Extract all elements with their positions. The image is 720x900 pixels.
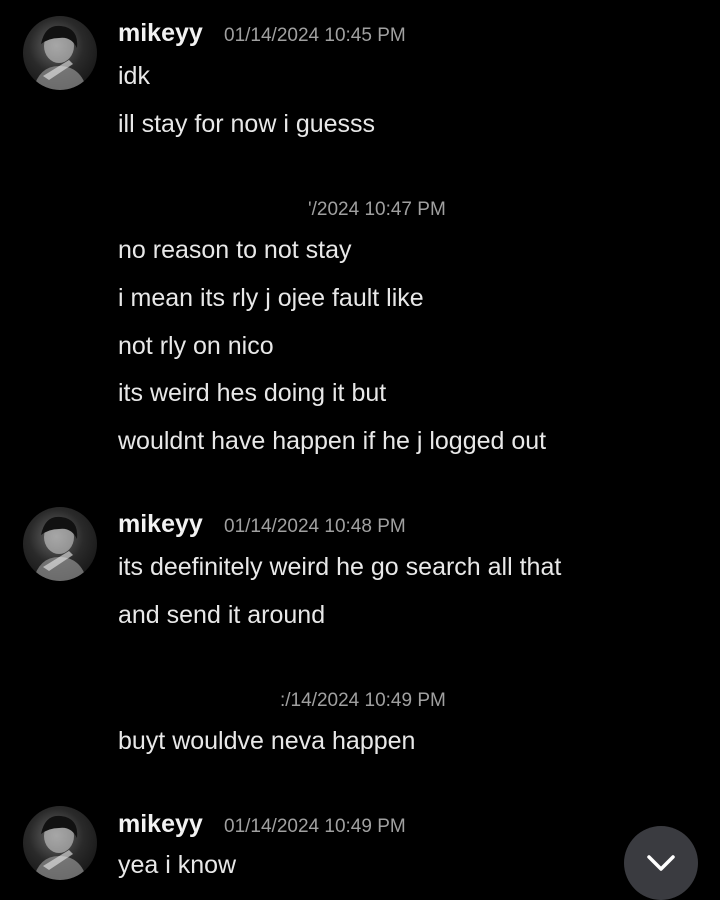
message-timestamp: 01/14/2024 10:45 PM (224, 25, 406, 46)
message-timestamp: 01/14/2024 10:48 PM (224, 516, 406, 537)
message-text[interactable]: no reason to not stay (118, 238, 351, 263)
message-timestamp: :/14/2024 10:49 PM (280, 690, 446, 711)
message-text[interactable]: wouldnt have happen if he j logged out (118, 429, 546, 454)
message-timestamp: 01/14/2024 10:49 PM (224, 816, 406, 837)
user-avatar[interactable] (23, 16, 97, 90)
message-text[interactable]: its weird hes doing it but (118, 381, 386, 406)
user-avatar[interactable] (23, 806, 97, 880)
avatar-image-icon (33, 815, 87, 880)
message-username[interactable]: mikeyy (118, 21, 203, 46)
chat-message-list[interactable]: mikeyy 01/14/2024 10:45 PM idk ill stay … (0, 0, 720, 900)
message-text[interactable]: not rly on nico (118, 334, 274, 359)
message-text[interactable]: ill stay for now i guesss (118, 112, 375, 137)
chevron-down-icon (647, 855, 675, 871)
message-text[interactable]: yea i know (118, 853, 236, 878)
message-text[interactable]: buyt wouldve neva happen (118, 729, 415, 754)
jump-to-latest-button[interactable] (624, 826, 698, 900)
message-timestamp: '/2024 10:47 PM (308, 199, 446, 220)
message-text[interactable]: idk (118, 64, 150, 89)
avatar-image-icon (33, 25, 87, 90)
message-username[interactable]: mikeyy (118, 512, 203, 537)
avatar-image-icon (33, 516, 87, 581)
message-text[interactable]: i mean its rly j ojee fault like (118, 286, 424, 311)
message-text[interactable]: and send it around (118, 603, 325, 628)
message-username[interactable]: mikeyy (118, 812, 203, 837)
message-text[interactable]: its deefinitely weird he go search all t… (118, 555, 561, 580)
user-avatar[interactable] (23, 507, 97, 581)
